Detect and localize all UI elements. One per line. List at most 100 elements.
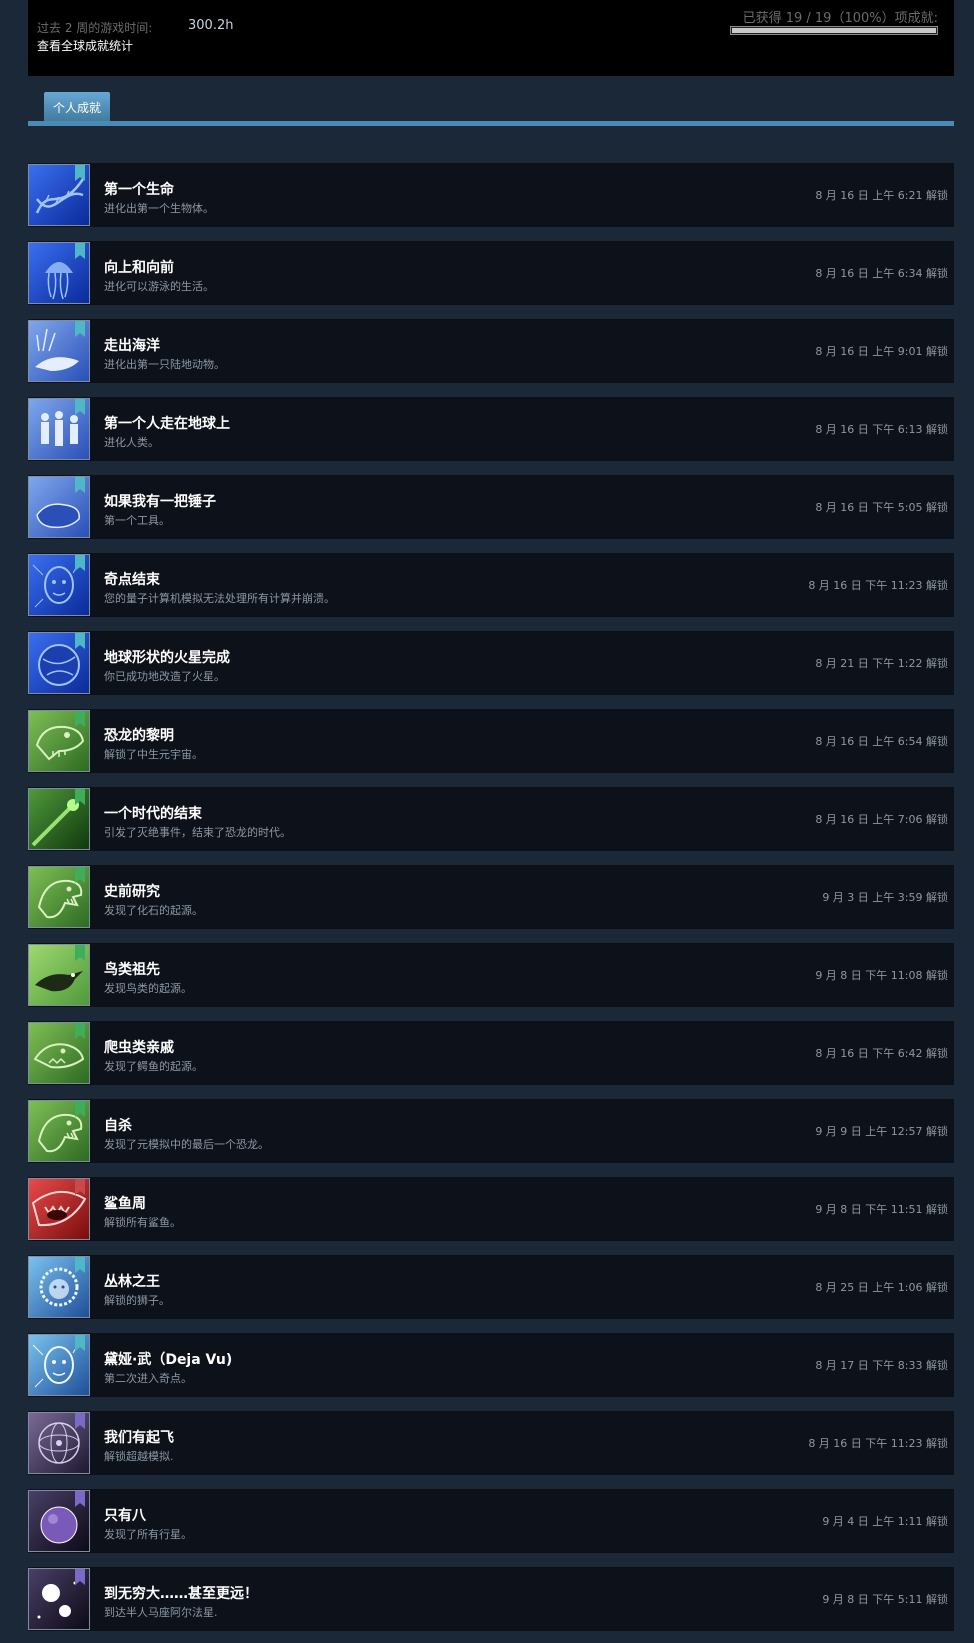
achievement-unlock-date: 8 月 17 日 下午 8:33 解锁: [815, 1359, 948, 1372]
tab-bar: 个人成就: [28, 92, 954, 122]
achievement-title: 我们有起飞: [104, 1430, 174, 1446]
achievement-unlock-date: 8 月 16 日 下午 6:13 解锁: [815, 423, 948, 436]
achievement-description: 发现了所有行星。: [104, 1528, 192, 1541]
achievement-icon: [28, 710, 90, 772]
achievement-row[interactable]: 向上和向前进化可以游泳的生活。 8 月 16 日 上午 6:34 解锁: [28, 241, 954, 305]
playtime-value: 300.2h: [188, 18, 234, 33]
achievement-row[interactable]: 鸟类祖先 发现鸟类的起源。 9 月 8 日 下午 11:08 解锁: [28, 943, 954, 1007]
achievement-unlock-date: 9 月 8 日 下午 5:11 解锁: [822, 1593, 948, 1606]
early-humans-icon: [29, 399, 89, 459]
achievement-icon: [28, 1568, 90, 1630]
achievement-title: 黛娅·武（Deja Vu): [104, 1352, 233, 1368]
achievement-title: 史前研究: [104, 884, 160, 900]
achievement-icon: [28, 1334, 90, 1396]
jellyfish-icon: [29, 243, 89, 303]
achievement-description: 发现了化石的起源。: [104, 904, 203, 917]
tab-personal-achievements[interactable]: 个人成就: [44, 92, 111, 122]
achievement-title: 到无穷大……甚至更远！: [104, 1586, 258, 1602]
shark-icon: [29, 1179, 89, 1239]
achievement-row[interactable]: 爬虫类亲戚 发现了鳄鱼的起源。 8 月 16 日 下午 6:42 解锁: [28, 1021, 954, 1085]
achievement-unlock-date: 9 月 8 日 下午 11:51 解锁: [815, 1203, 948, 1216]
global-stats-link[interactable]: 查看全球成就统计: [37, 37, 133, 54]
achievement-row[interactable]: 黛娅·武（Deja Vu) 第二次进入奇点。 8 月 17 日 下午 8:33 解锁: [28, 1333, 954, 1397]
achievement-description: 第一个工具。: [104, 514, 170, 527]
achievement-title: 奇点结束: [104, 572, 160, 588]
achievement-description: 进化人类。: [104, 436, 159, 449]
achievement-row[interactable]: 地球形状的火星完成 你已成功地改造了火星。 8 月 21 日 下午 1:22 解锁: [28, 631, 954, 695]
achievement-row[interactable]: 第一个生命 进化出第一个生物体。 8 月 16 日 上午 6:21 解锁: [28, 163, 954, 227]
dna-helix-icon: [29, 165, 89, 225]
achievement-row[interactable]: 奇点结束 您的量子计算机模拟无法处理所有计算并崩溃。 8 月 16 日 下午 11:…: [28, 553, 954, 617]
bird-icon: [29, 945, 89, 1005]
achievement-row[interactable]: 恐龙的黎明解锁了中生元宇宙。 8 月 16 日 上午 6:54 解锁: [28, 709, 954, 773]
achievement-row[interactable]: 自杀 发现了元模拟中的最后一个恐龙。 9 月 9 日 上午 12:57 解锁: [28, 1099, 954, 1163]
crocodile-icon: [29, 1023, 89, 1083]
achievement-description: 进化出第一只陆地动物。: [104, 358, 225, 371]
raptor-icon: [29, 1101, 89, 1161]
achievement-unlock-date: 8 月 16 日 上午 6:34 解锁: [815, 267, 948, 280]
binary-stars-icon: [29, 1569, 89, 1629]
achievement-description: 解锁了中生元宇宙。: [104, 748, 203, 761]
achievement-unlock-date: 9 月 9 日 上午 12:57 解锁: [815, 1125, 948, 1138]
achievement-title: 向上和向前: [104, 260, 174, 276]
achievement-title: 第一个生命: [104, 182, 174, 198]
achievement-unlock-date: 8 月 16 日 上午 6:54 解锁: [815, 735, 948, 748]
achievement-description: 进化出第一个生物体。: [104, 202, 214, 215]
achievement-title: 第一个人走在地球上: [104, 416, 230, 432]
achievement-title: 如果我有一把锤子: [104, 494, 216, 510]
achievement-row[interactable]: 只有八 发现了所有行星。 9 月 4 日 上午 1:11 解锁: [28, 1489, 954, 1553]
lion-icon: [29, 1257, 89, 1317]
achievement-description: 解锁超越模拟.: [104, 1450, 174, 1463]
achievement-row[interactable]: 到无穷大……甚至更远！ 到达半人马座阿尔法星. 9 月 8 日 下午 5:11 解锁: [28, 1567, 954, 1631]
achievement-description: 进化可以游泳的生活。: [104, 280, 214, 293]
achievement-icon: [28, 1490, 90, 1552]
achievement-icon: [28, 476, 90, 538]
achievement-unlock-date: 8 月 25 日 上午 1:06 解锁: [815, 1281, 948, 1294]
achievement-icon: [28, 788, 90, 850]
achievement-title: 一个时代的结束: [104, 806, 202, 822]
achievement-list: 第一个生命 进化出第一个生物体。 8 月 16 日 上午 6:21 解锁 向上和向前进…: [28, 163, 954, 1643]
achievement-unlock-date: 9 月 4 日 上午 1:11 解锁: [822, 1515, 948, 1528]
achievement-icon: [28, 242, 90, 304]
achievement-row[interactable]: 鲨鱼周 解锁所有鲨鱼。 9 月 8 日 下午 11:51 解锁: [28, 1177, 954, 1241]
raptor-icon: [29, 867, 89, 927]
achievement-unlock-date: 8 月 16 日 下午 11:23 解锁: [808, 1437, 948, 1450]
achievement-description: 解锁所有鲨鱼。: [104, 1216, 181, 1229]
dinosaur-skull-icon: [29, 711, 89, 771]
achievement-description: 第二次进入奇点。: [104, 1372, 192, 1385]
achievement-icon: [28, 1178, 90, 1240]
achievement-row[interactable]: 史前研究 发现了化石的起源。 9 月 3 日 上午 3:59 解锁: [28, 865, 954, 929]
planet-icon: [29, 1491, 89, 1551]
achievement-title: 地球形状的火星完成: [104, 650, 230, 666]
achievement-description: 你已成功地改造了火星。: [104, 670, 225, 683]
achievement-unlock-date: 8 月 16 日 下午 11:23 解锁: [808, 579, 948, 592]
achievement-icon: [28, 398, 90, 460]
achievement-title: 自杀: [104, 1118, 132, 1134]
achievement-unlock-date: 8 月 16 日 下午 5:05 解锁: [815, 501, 948, 514]
meteor-icon: [29, 789, 89, 849]
achievement-description: 引发了灭绝事件，结束了恐龙的时代。: [104, 826, 291, 839]
achievement-title: 恐龙的黎明: [104, 728, 174, 744]
achievement-unlock-date: 8 月 21 日 下午 1:22 解锁: [815, 657, 948, 670]
stats-header-panel: 过去 2 周的游戏时间: 300.2h 查看全球成就统计 已获得 19 / 19…: [28, 0, 954, 76]
tab-underline: [28, 121, 954, 126]
achievement-row[interactable]: 丛林之王 解锁的狮子。 8 月 25 日 上午 1:06 解锁: [28, 1255, 954, 1319]
achievement-icon: [28, 164, 90, 226]
playtime-label: 过去 2 周的游戏时间:: [37, 21, 153, 35]
achievement-row[interactable]: 我们有起飞解锁超越模拟. 8 月 16 日 下午 11:23 解锁: [28, 1411, 954, 1475]
sea-creature-icon: [29, 321, 89, 381]
achievement-icon: [28, 1256, 90, 1318]
achievement-row[interactable]: 如果我有一把锤子 第一个工具。 8 月 16 日 下午 5:05 解锁: [28, 475, 954, 539]
achievement-description: 发现了鳄鱼的起源。: [104, 1060, 203, 1073]
achievements-page: 过去 2 周的游戏时间: 300.2h 查看全球成就统计 已获得 19 / 19…: [0, 0, 974, 1643]
stone-tool-icon: [29, 477, 89, 537]
achievement-row[interactable]: 走出海洋 进化出第一只陆地动物。 8 月 16 日 上午 9:01 解锁: [28, 319, 954, 383]
achievement-row[interactable]: 第一个人走在地球上 进化人类。 8 月 16 日 下午 6:13 解锁: [28, 397, 954, 461]
achievement-icon: [28, 320, 90, 382]
achievement-title: 走出海洋: [104, 338, 160, 354]
achievement-description: 发现鸟类的起源。: [104, 982, 192, 995]
achievement-progress-fill: [732, 28, 936, 33]
achievement-row[interactable]: 一个时代的结束 引发了灭绝事件，结束了恐龙的时代。 8 月 16 日 上午 7:06…: [28, 787, 954, 851]
achievement-progress-bar: [730, 26, 938, 35]
achievement-icon: [28, 554, 90, 616]
